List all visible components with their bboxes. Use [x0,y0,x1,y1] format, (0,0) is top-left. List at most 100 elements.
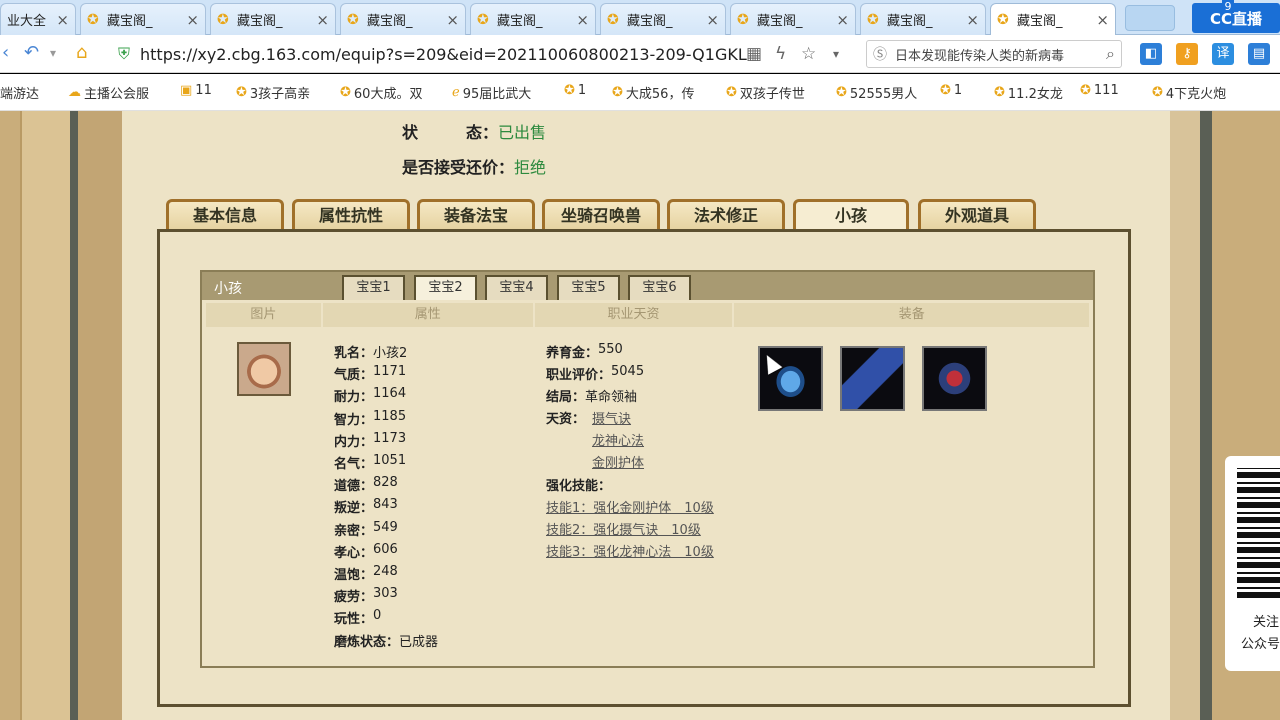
attribute-row: 磨炼状态： 已成器 [334,631,438,650]
page-viewport: 状 态： 已出售 是否接受还价： 拒绝 基本信息 属性抗性 装备法宝 坐骑召唤兽 法术修… [0,111,1280,720]
grid-icon[interactable]: ▦ [746,44,762,64]
browser-tab[interactable]: ✪ 藏宝阁_ × [80,3,206,35]
bookmark-item[interactable]: ✪ 60大成。双 [340,83,422,102]
category-tabs: 基本信息 属性抗性 装备法宝 坐骑召唤兽 法术修正 小孩 外观道具 [166,199,1066,229]
baby-tab-1[interactable]: 宝宝2 [414,275,477,300]
baby-tab-4[interactable]: 宝宝6 [628,275,691,300]
close-icon[interactable]: × [966,11,979,29]
browser-tab[interactable]: ✪ 藏宝阁_ × [340,3,466,35]
bookmark-item[interactable]: ✪ 双孩子传世 [726,83,805,102]
search-icon[interactable]: ⌕ [1106,44,1115,64]
talent-label-row: 天资： [546,408,585,427]
talent-link[interactable]: 摄气诀 [592,408,631,427]
attribute-row: 玩性： 0 [334,608,381,627]
bookmark-item[interactable]: ✪ 111 [1080,83,1119,98]
browser-tab-title: 业大全 [7,14,47,29]
attribute-value: 828 [373,475,398,491]
lightning-icon[interactable]: ϟ [775,44,786,64]
attribute-value: 1185 [373,408,407,424]
tab-4[interactable]: 法术修正 [667,199,785,229]
browser-tab[interactable]: ✪ 藏宝阁_ × [990,3,1116,35]
star-icon: ✪ [940,83,951,98]
search-box[interactable]: Ⓢ 日本发现能传染人类的新病毒 ⌕ [866,40,1122,68]
browser-tab[interactable]: ✪ 藏宝阁_ × [600,3,726,35]
browser-tab[interactable]: ✪ 藏宝阁_ × [730,3,856,35]
bookmark-item[interactable]: ℯ 95届比武大 [452,83,531,102]
close-icon[interactable]: × [446,11,459,29]
book-icon[interactable] [840,346,905,411]
attribute-label: 叛逆： [334,501,374,517]
skill-link[interactable]: 技能1：强化金刚护体 10级 [546,497,714,516]
search-engine-icon: Ⓢ [873,47,887,63]
tab-5[interactable]: 小孩 [793,199,909,229]
close-icon[interactable]: × [316,11,329,29]
browser-tab[interactable]: ✪ 藏宝阁_ × [210,3,336,35]
close-icon[interactable]: × [1096,11,1109,29]
attribute-label: 磨炼状态： [334,634,400,650]
url-field[interactable]: ⛨ https://xy2.cbg.163.com/equip?s=209&ei… [118,41,848,67]
skills-label: 强化技能： [546,479,612,494]
child-avatar[interactable] [237,342,291,396]
tab-3[interactable]: 坐骑召唤兽 [542,199,660,229]
bookmark-item[interactable]: ✪ 11.2女龙 [994,83,1063,102]
star-icon[interactable]: ☆ [801,44,816,64]
key-icon[interactable]: ⚷ [1176,43,1198,65]
back-icon[interactable]: ‹ [2,43,9,63]
skill-link[interactable]: 技能3：强化龙神心法 10级 [546,541,714,560]
attribute-value: 549 [373,519,398,535]
bookmark-item[interactable]: ✪ 1 [940,83,962,98]
new-tab-button[interactable] [1125,5,1175,31]
baby-tab-2[interactable]: 宝宝4 [485,275,548,300]
tab-0[interactable]: 基本信息 [166,199,284,229]
url-text: https://xy2.cbg.163.com/equip?s=209&eid=… [140,44,747,64]
attribute-label: 名气： [334,457,374,472]
bookmark-item[interactable]: ✪ 52555男人 [836,83,917,102]
skill-link[interactable]: 技能2：强化摄气诀 10级 [546,519,701,538]
tab-6[interactable]: 外观道具 [918,199,1036,229]
baby-tab-0[interactable]: 宝宝1 [342,275,405,300]
close-icon[interactable]: × [706,11,719,29]
chest-icon[interactable] [922,346,987,411]
career-fund-label: 养育金： [546,346,599,361]
bookmark-item[interactable]: 端游达 [0,83,39,102]
talent-link[interactable]: 金刚护体 [592,452,644,471]
star-icon: ✪ [236,85,247,100]
close-icon[interactable]: × [56,11,69,29]
talent-link[interactable]: 龙神心法 [592,430,644,449]
bookmark-item[interactable]: ✪ 3孩子高亲 [236,83,310,102]
browser-tab[interactable]: ✪ 藏宝阁_ × [860,3,986,35]
bookmark-label: 端游达 [0,87,40,102]
star-icon: ✪ [836,85,847,100]
close-icon[interactable]: × [836,11,849,29]
browser-tab[interactable]: ✪ 藏宝阁_ × [470,3,596,35]
browser-tab[interactable]: 业大全 × [0,3,76,35]
chevron-down-icon[interactable]: ▾ [833,44,839,64]
bookmark-label: 3孩子高亲 [249,87,311,102]
browser-tab-title: 藏宝阁_ [1017,14,1063,29]
translate-icon[interactable]: 译 [1212,43,1234,65]
browser-tab-title: 藏宝阁_ [757,14,803,29]
bookmark-item[interactable]: ✪ 4下克火炮 [1152,83,1226,102]
qr-code-panel[interactable]: 关注 公众号 [1225,456,1280,671]
star-icon: ✪ [1080,83,1091,98]
career-rating-row: 职业评价： 5045 [546,364,644,383]
bookmark-label: 111 [1093,83,1119,98]
attribute-row: 温饱： 248 [334,564,398,583]
bookmark-item[interactable]: ✪ 大成56，传 [612,83,694,102]
undo-icon[interactable]: ↶ [24,43,39,63]
tab-1[interactable]: 属性抗性 [292,199,410,229]
cc-live-logo[interactable]: CC直播 [1192,3,1280,33]
attribute-label: 亲密： [334,523,374,539]
home-icon[interactable]: ⌂ [76,43,87,63]
tab-2[interactable]: 装备法宝 [417,199,535,229]
tools-icon[interactable]: ▤ [1248,43,1270,65]
close-icon[interactable]: × [186,11,199,29]
bookmark-label: 95届比武大 [462,87,532,102]
baby-tab-3[interactable]: 宝宝5 [557,275,620,300]
close-icon[interactable]: × [576,11,589,29]
bookmark-item[interactable]: ✪ 1 [564,83,586,98]
bookmark-item[interactable]: ▣ 11 [180,83,212,98]
bookmark-item[interactable]: ☁ 主播公会服 [68,83,149,102]
save-page-icon[interactable]: ◧ [1140,43,1162,65]
chevron-down-icon[interactable]: ▾ [50,43,56,63]
